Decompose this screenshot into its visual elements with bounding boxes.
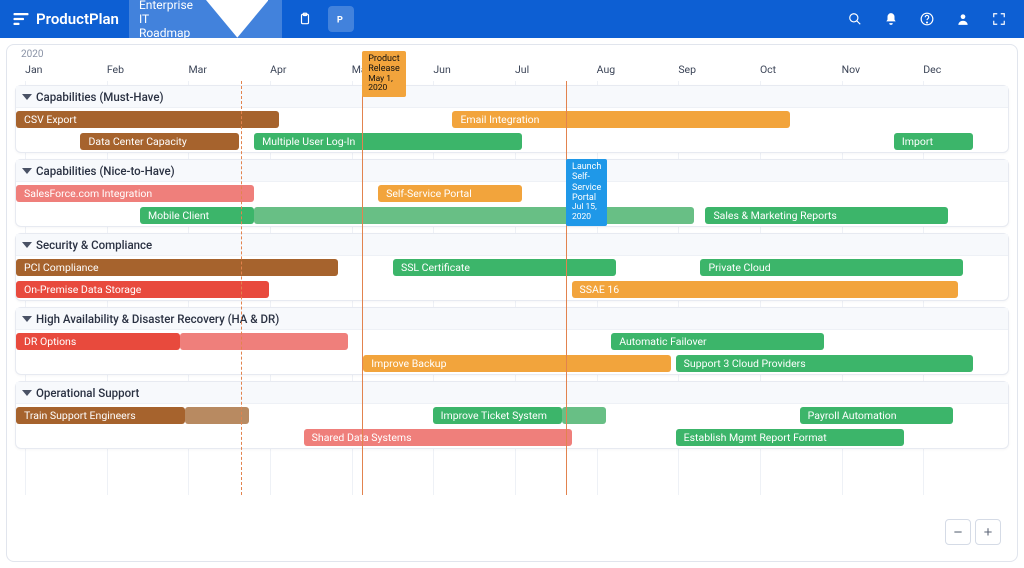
- clipboard-button[interactable]: [292, 6, 318, 32]
- timeline-bar[interactable]: Data Center Capacity: [80, 133, 239, 150]
- month-label: Jun: [433, 63, 450, 76]
- timeline-bar[interactable]: On-Premise Data Storage: [16, 281, 269, 298]
- month-label: Apr: [270, 63, 286, 76]
- timeline-bar[interactable]: Automatic Failover: [611, 333, 824, 350]
- timeline-bar[interactable]: SalesForce.com Integration: [16, 185, 254, 202]
- chevron-down-icon: [22, 92, 32, 102]
- lane-header[interactable]: Operational Support: [16, 382, 1008, 404]
- timeline-bar[interactable]: [562, 407, 607, 424]
- lane-header[interactable]: Capabilities (Must-Have): [16, 86, 1008, 108]
- timeline-bar[interactable]: [254, 207, 693, 224]
- chevron-down-icon: [22, 240, 32, 250]
- timeline-bar[interactable]: DR Options: [16, 333, 180, 350]
- chevron-down-icon: [22, 166, 32, 176]
- swimlane: Capabilities (Must-Have) CSV Export Email …: [15, 85, 1009, 153]
- timeline-bar[interactable]: Private Cloud: [700, 259, 963, 276]
- timeline-bar[interactable]: Sales & Marketing Reports: [705, 207, 948, 224]
- svg-text:P: P: [337, 15, 343, 26]
- month-label: Oct: [760, 63, 776, 76]
- year-label: 2020: [21, 49, 43, 60]
- timeline-bar[interactable]: Email Integration: [452, 111, 789, 128]
- brand-logo[interactable]: ProductPlan: [12, 10, 119, 28]
- swimlane: Operational Support Train Support Enginee…: [15, 381, 1009, 449]
- timeline-bar[interactable]: Establish Mgmt Report Format: [676, 429, 904, 446]
- month-label: Dec: [923, 63, 941, 76]
- timeline-bar[interactable]: CSV Export: [16, 111, 279, 128]
- search-button[interactable]: [842, 6, 868, 32]
- expand-icon: [992, 12, 1006, 26]
- parking-button[interactable]: P: [328, 6, 354, 32]
- timeline-bar[interactable]: Improve Backup: [363, 355, 671, 372]
- account-button[interactable]: [950, 6, 976, 32]
- month-axis: Jan Feb Mar Apr May Jun Jul Aug Sep Oct Nov Dec: [7, 63, 1017, 81]
- chevron-down-icon: [206, 0, 269, 38]
- month-label: Aug: [597, 63, 615, 76]
- month-label: Mar: [188, 63, 206, 76]
- timeline-bar[interactable]: Self-Service Portal: [378, 185, 522, 202]
- timeline-bar[interactable]: [180, 333, 349, 350]
- roadmap-name: Enterprise IT Roadmap: [139, 0, 198, 40]
- zoom-out-button[interactable]: −: [945, 519, 971, 545]
- timeline-bar[interactable]: Shared Data Systems: [304, 429, 572, 446]
- month-label: Jan: [25, 63, 42, 76]
- month-label: Feb: [107, 63, 124, 76]
- lane-header[interactable]: High Availability & Disaster Recovery (H…: [16, 308, 1008, 330]
- help-button[interactable]: [914, 6, 940, 32]
- lanes-container: Capabilities (Must-Have) CSV Export Email …: [15, 85, 1009, 501]
- swimlane: Security & Compliance PCI Compliance SSL C…: [15, 233, 1009, 301]
- roadmap-board[interactable]: 2020 Jan Feb Mar Apr May Jun Jul Aug Sep Oct Nov De…: [6, 44, 1018, 562]
- month-label: Sep: [678, 63, 696, 76]
- timeline-bar[interactable]: SSL Certificate: [393, 259, 616, 276]
- zoom-controls: − +: [945, 519, 1001, 545]
- timeline-bar[interactable]: Support 3 Cloud Providers: [676, 355, 974, 372]
- search-icon: [848, 12, 862, 26]
- timeline-bar[interactable]: [185, 407, 249, 424]
- month-label: Nov: [842, 63, 861, 76]
- chevron-down-icon: [22, 314, 32, 324]
- timeline-bar[interactable]: PCI Compliance: [16, 259, 338, 276]
- zoom-in-button[interactable]: +: [975, 519, 1001, 545]
- swimlane: High Availability & Disaster Recovery (H…: [15, 307, 1009, 375]
- fullscreen-button[interactable]: [986, 6, 1012, 32]
- lane-header[interactable]: Capabilities (Nice-to-Have): [16, 160, 1008, 182]
- user-icon: [956, 12, 970, 26]
- lane-header[interactable]: Security & Compliance: [16, 234, 1008, 256]
- swimlane: Capabilities (Nice-to-Have) SalesForce.co…: [15, 159, 1009, 227]
- notifications-button[interactable]: [878, 6, 904, 32]
- brand-text: ProductPlan: [36, 10, 119, 28]
- month-label: May: [352, 63, 372, 76]
- timeline-header: 2020 Jan Feb Mar Apr May Jun Jul Aug Sep Oct Nov De…: [7, 45, 1017, 81]
- roadmap-stage: 2020 Jan Feb Mar Apr May Jun Jul Aug Sep Oct Nov De…: [0, 38, 1024, 568]
- month-label: Jul: [515, 63, 529, 76]
- chevron-down-icon: [22, 388, 32, 398]
- top-nav: ProductPlan Enterprise IT Roadmap P: [0, 0, 1024, 38]
- clipboard-icon: [298, 12, 312, 26]
- roadmap-selector[interactable]: Enterprise IT Roadmap: [129, 0, 282, 44]
- timeline-bar[interactable]: Train Support Engineers: [16, 407, 185, 424]
- timeline-bar[interactable]: Payroll Automation: [800, 407, 954, 424]
- timeline-bar[interactable]: SSAE 16: [572, 281, 959, 298]
- logo-icon: [12, 10, 30, 28]
- timeline-bar[interactable]: Multiple User Log-In: [254, 133, 522, 150]
- bell-icon: [884, 12, 898, 26]
- help-icon: [920, 12, 934, 26]
- parking-icon: P: [334, 12, 348, 26]
- timeline-bar[interactable]: Mobile Client: [140, 207, 254, 224]
- timeline-bar[interactable]: Import: [894, 133, 973, 150]
- timeline-bar[interactable]: Improve Ticket System: [433, 407, 562, 424]
